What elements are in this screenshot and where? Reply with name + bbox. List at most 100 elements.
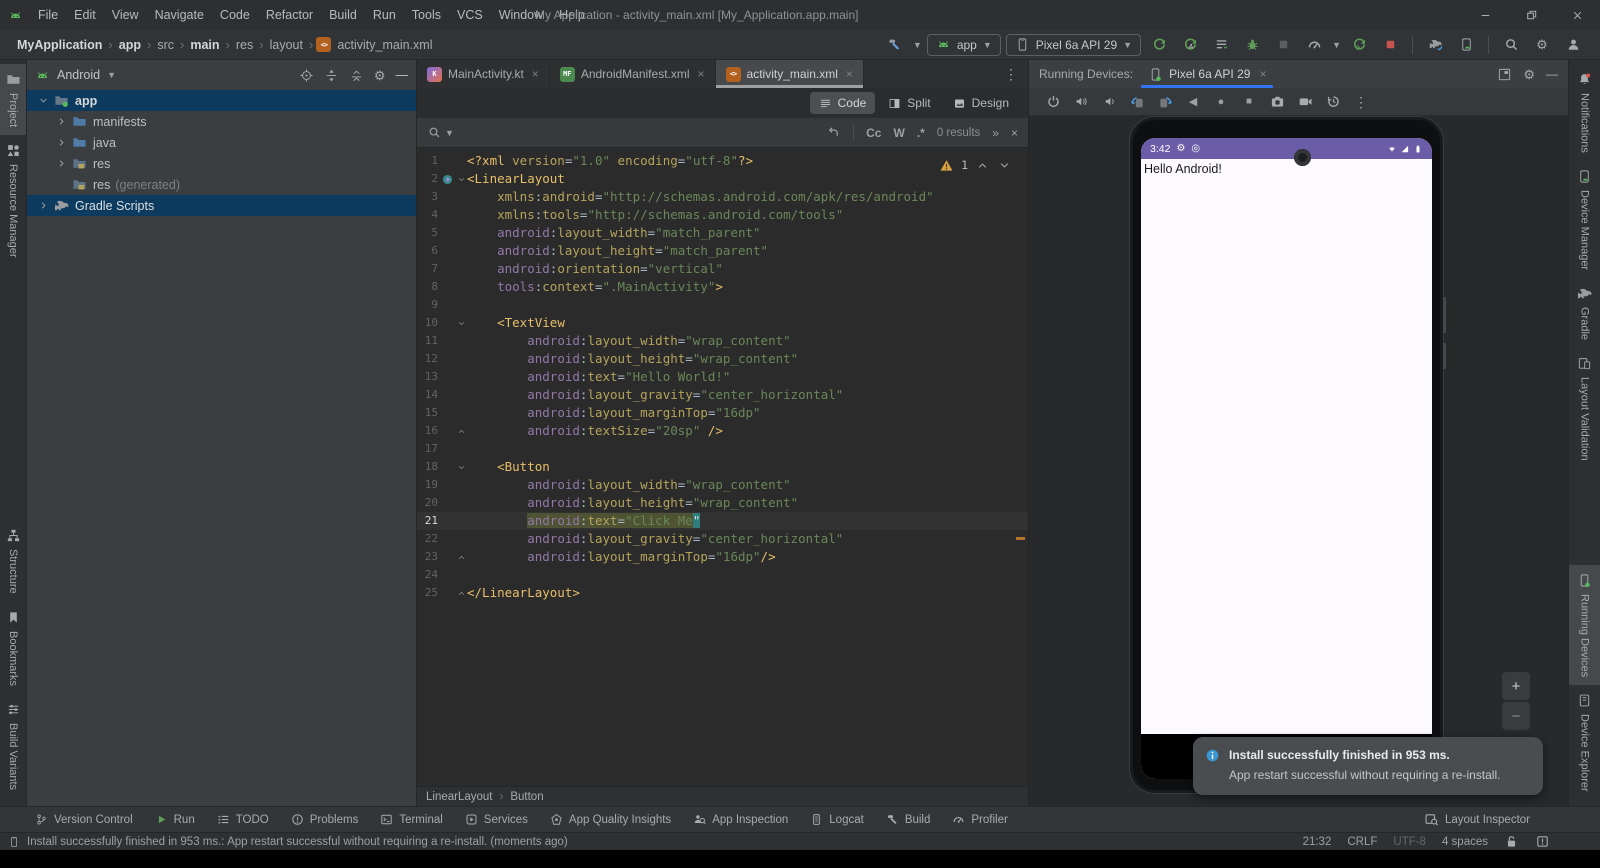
mode-split-button[interactable]: Split <box>879 92 939 114</box>
search-icon[interactable] <box>427 125 442 140</box>
menu-file[interactable]: File <box>30 0 66 30</box>
tool-window-run[interactable]: Run <box>144 807 206 832</box>
tool-stripe-bookmarks[interactable]: Bookmarks <box>0 602 26 694</box>
code-line-12[interactable]: 12 android:layout_height="wrap_content" <box>417 350 1028 368</box>
breadcrumb-activity-main-xml[interactable]: activity_main.xml <box>334 38 435 52</box>
expand-all-button[interactable] <box>324 68 339 83</box>
code-line-24[interactable]: 24 <box>417 566 1028 584</box>
code-line-1[interactable]: 1 <?xml version="1.0" encoding="utf-8"?> <box>417 152 1028 170</box>
code-editor[interactable]: 1 1 <?xml version="1.0" encoding="utf-8"?… <box>417 148 1028 786</box>
code-line-2[interactable]: 2 <LinearLayout <box>417 170 1028 188</box>
code-line-14[interactable]: 14 android:layout_gravity="center_horizo… <box>417 386 1028 404</box>
tool-stripe-build-variants[interactable]: Build Variants <box>0 694 26 798</box>
editor-breadcrumb-button[interactable]: Button <box>510 791 543 803</box>
match-case-toggle[interactable]: Cc <box>866 126 881 140</box>
project-view-select[interactable]: Android <box>57 68 100 82</box>
regex-toggle[interactable]: .* <box>917 126 925 140</box>
run-configuration-select[interactable]: app ▼ <box>926 33 1001 56</box>
breadcrumb-main[interactable]: main <box>187 38 222 52</box>
code-line-3[interactable]: 3 xmlns:android="http://schemas.android.… <box>417 188 1028 206</box>
device-panel-settings-icon[interactable]: ⚙ <box>1523 68 1535 81</box>
mode-code-button[interactable]: Code <box>809 92 876 114</box>
tree-item-java[interactable]: java <box>27 132 416 153</box>
editor-tab-activity-main-xml[interactable]: <> activity_main.xml × <box>715 60 864 88</box>
rotate-left-button[interactable] <box>1123 90 1151 114</box>
power-button[interactable] <box>1039 90 1067 114</box>
menu-code[interactable]: Code <box>212 0 258 30</box>
close-tab-icon[interactable]: × <box>696 67 705 81</box>
float-window-icon[interactable] <box>1497 67 1512 82</box>
code-line-15[interactable]: 15 android:layout_marginTop="16dp" <box>417 404 1028 422</box>
code-line-16[interactable]: 16 android:textSize="20sp" /> <box>417 422 1028 440</box>
rerun-button[interactable] <box>1346 33 1372 57</box>
code-line-13[interactable]: 13 android:text="Hello World!" <box>417 368 1028 386</box>
profile-avatar-button[interactable] <box>1560 33 1586 57</box>
tool-stripe-notifications[interactable]: Notifications <box>1569 64 1600 161</box>
menu-navigate[interactable]: Navigate <box>147 0 212 30</box>
tool-window-todo[interactable]: TODO <box>206 807 280 832</box>
tool-stripe-device-manager[interactable]: Device Manager <box>1569 161 1600 278</box>
locate-file-button[interactable] <box>299 68 314 83</box>
home-button[interactable]: ● <box>1207 90 1235 114</box>
code-line-20[interactable]: 20 android:layout_height="wrap_content" <box>417 494 1028 512</box>
editor-breadcrumb-linearlayout[interactable]: LinearLayout <box>426 791 493 803</box>
menu-tools[interactable]: Tools <box>404 0 449 30</box>
profiler-button[interactable] <box>1301 33 1327 57</box>
minimize-button[interactable] <box>1462 0 1508 30</box>
panel-options-button[interactable]: ⚙ <box>374 69 386 82</box>
tree-item-app[interactable]: app <box>27 90 416 111</box>
code-line-25[interactable]: 25 </LinearLayout> <box>417 584 1028 602</box>
chevron-down-icon[interactable] <box>35 95 51 106</box>
close-find-icon[interactable]: × <box>1011 126 1018 140</box>
tree-item-res[interactable]: res <box>27 153 416 174</box>
code-line-6[interactable]: 6 android:layout_height="match_parent" <box>417 242 1028 260</box>
editor-tab-androidmanifest-xml[interactable]: MF AndroidManifest.xml × <box>550 60 716 88</box>
replace-arrow-icon[interactable] <box>826 125 841 140</box>
close-device-tab-icon[interactable]: × <box>1256 67 1266 81</box>
volume-down-button[interactable] <box>1095 90 1123 114</box>
fold-close-icon[interactable] <box>456 584 467 602</box>
menu-refactor[interactable]: Refactor <box>258 0 321 30</box>
zoom-in-button[interactable]: + <box>1502 672 1530 700</box>
mode-design-button[interactable]: Design <box>944 92 1018 114</box>
tool-stripe-structure[interactable]: Structure <box>0 520 26 602</box>
code-line-9[interactable]: 9 <box>417 296 1028 314</box>
chevron-down-icon[interactable]: ▼ <box>1332 40 1341 50</box>
code-line-17[interactable]: 17 <box>417 440 1028 458</box>
close-tab-icon[interactable]: × <box>530 67 539 81</box>
tool-window-services[interactable]: Services <box>454 807 539 832</box>
zoom-out-button[interactable]: − <box>1502 702 1530 730</box>
code-line-22[interactable]: 22 android:layout_gravity="center_horizo… <box>417 530 1028 548</box>
fold-close-icon[interactable] <box>456 548 467 566</box>
tool-window-build[interactable]: Build <box>875 807 942 832</box>
breadcrumb-app[interactable]: app <box>116 38 144 52</box>
line-ending[interactable]: CRLF <box>1347 836 1377 848</box>
stop-button[interactable] <box>1377 33 1403 57</box>
fold-close-icon[interactable] <box>456 422 467 440</box>
device-screen[interactable]: 3:42 ⚙ ◎ Hello Android! <box>1141 138 1432 779</box>
close-tab-icon[interactable]: × <box>844 67 853 81</box>
code-line-10[interactable]: 10 <TextView <box>417 314 1028 332</box>
back-button[interactable]: ◀ <box>1179 90 1207 114</box>
restore-button[interactable] <box>1508 0 1554 30</box>
code-line-8[interactable]: 8 tools:context=".MainActivity"> <box>417 278 1028 296</box>
tool-window-terminal[interactable]: Terminal <box>369 807 453 832</box>
expand-find-icon[interactable]: » <box>992 126 999 140</box>
search-everywhere-button[interactable] <box>1498 33 1524 57</box>
code-line-5[interactable]: 5 android:layout_width="match_parent" <box>417 224 1028 242</box>
tool-window-app-quality-insights[interactable]: App Quality Insights <box>539 807 682 832</box>
close-button[interactable] <box>1554 0 1600 30</box>
code-line-18[interactable]: 18 <Button <box>417 458 1028 476</box>
editor-tab-mainactivity-kt[interactable]: K MainActivity.kt × <box>417 60 550 88</box>
chevron-down-icon[interactable]: ▼ <box>913 40 922 50</box>
menu-run[interactable]: Run <box>365 0 404 30</box>
tree-item-res-generated[interactable]: res (generated) <box>27 174 416 195</box>
code-line-4[interactable]: 4 xmlns:tools="http://schemas.android.co… <box>417 206 1028 224</box>
hide-panel-button[interactable]: — <box>396 68 409 82</box>
chevron-right-icon[interactable] <box>35 200 51 211</box>
fold-open-icon[interactable] <box>456 170 467 188</box>
breadcrumb-res[interactable]: res <box>233 38 256 52</box>
apply-changes-button[interactable]: A <box>1177 33 1203 57</box>
lock-icon[interactable] <box>1504 834 1519 849</box>
tool-window-profiler[interactable]: Profiler <box>941 807 1018 832</box>
